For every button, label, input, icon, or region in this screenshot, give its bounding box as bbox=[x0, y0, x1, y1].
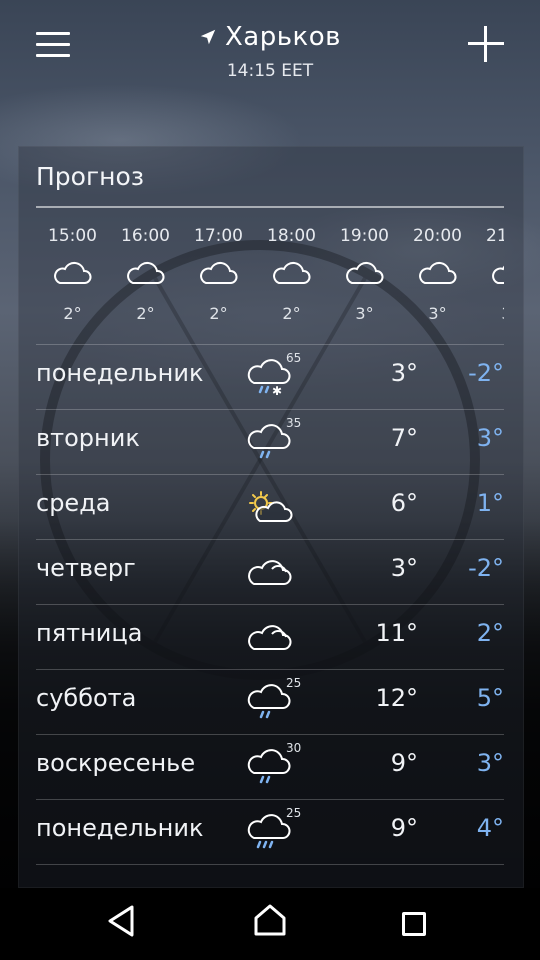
hour-time: 15:00 bbox=[48, 226, 97, 246]
high-temp: 3° bbox=[390, 554, 418, 582]
high-temp: 6° bbox=[390, 489, 418, 517]
day-name: понедельник bbox=[36, 359, 204, 387]
day-name: четверг bbox=[36, 554, 136, 582]
svg-text:✱: ✱ bbox=[272, 384, 282, 397]
home-icon[interactable] bbox=[252, 902, 288, 938]
hour-time: 17:00 bbox=[194, 226, 243, 246]
low-temp: 2° bbox=[476, 619, 504, 647]
daily-row[interactable]: понедельник ✱ 65 3° -2° bbox=[36, 344, 504, 409]
system-navigation-bar bbox=[0, 888, 540, 960]
low-temp: 3° bbox=[476, 749, 504, 777]
daily-row-divider bbox=[36, 864, 504, 885]
high-temp: 9° bbox=[390, 749, 418, 777]
cloudy-icon bbox=[248, 560, 292, 585]
precip-probability: 30 bbox=[286, 741, 302, 755]
low-temp: 3° bbox=[476, 424, 504, 452]
local-time: 14:15 EET bbox=[226, 61, 314, 81]
hour-time: 20:00 bbox=[413, 226, 462, 246]
cloud-icon bbox=[127, 261, 165, 284]
day-name: воскресенье bbox=[36, 749, 196, 777]
forecast-title: Прогноз bbox=[36, 162, 145, 191]
hour-time: 19:00 bbox=[340, 226, 389, 246]
high-temp: 7° bbox=[390, 424, 418, 452]
hour-temp: 3° bbox=[355, 304, 374, 323]
precip-probability: 65 bbox=[286, 351, 302, 365]
cloud-icon bbox=[54, 261, 92, 284]
low-temp: 5° bbox=[476, 684, 504, 712]
top-bar: Харьков 14:15 EET bbox=[0, 0, 540, 100]
hourly-forecast[interactable]: 15:00 2° 16:00 2° 17:00 2° 18:00 2° 19:0… bbox=[36, 216, 504, 346]
precip-probability: 25 bbox=[286, 676, 302, 690]
daily-row[interactable]: суббота 25 12° 5° bbox=[36, 669, 504, 734]
hour-time: 21:00 bbox=[486, 226, 504, 246]
daily-row[interactable]: пятница 11° 2° bbox=[36, 604, 504, 669]
high-temp: 12° bbox=[375, 684, 418, 712]
title-divider bbox=[36, 206, 504, 208]
low-temp: -2° bbox=[468, 554, 504, 582]
low-temp: 1° bbox=[476, 489, 504, 517]
low-temp: -2° bbox=[468, 359, 504, 387]
recent-apps-icon[interactable] bbox=[402, 912, 426, 936]
partly-sunny-icon bbox=[249, 491, 293, 522]
cloud-icon bbox=[492, 265, 504, 284]
hour-temp: 2° bbox=[63, 304, 82, 323]
cloudy-icon bbox=[248, 625, 292, 650]
plus-icon[interactable] bbox=[468, 26, 504, 62]
day-name: суббота bbox=[36, 684, 137, 712]
day-name: среда bbox=[36, 489, 111, 517]
cloud-icon bbox=[419, 261, 457, 284]
cloud-icon bbox=[200, 261, 238, 284]
daily-row[interactable]: воскресенье 30 9° 3° bbox=[36, 734, 504, 799]
hour-temp: 3° bbox=[474, 304, 504, 323]
hour-time: 18:00 bbox=[267, 226, 316, 246]
high-temp: 3° bbox=[390, 359, 418, 387]
hour-temp: 3° bbox=[428, 304, 447, 323]
daily-row[interactable]: понедельник 25 9° 4° bbox=[36, 799, 504, 864]
hour-temp: 2° bbox=[282, 304, 301, 323]
hour-temp: 2° bbox=[209, 304, 228, 323]
daily-row[interactable]: четверг 3° -2° bbox=[36, 539, 504, 604]
high-temp: 9° bbox=[390, 814, 418, 842]
location-header[interactable]: Харьков bbox=[0, 22, 540, 52]
day-name: понедельник bbox=[36, 814, 204, 842]
daily-row[interactable]: среда 6° 1° bbox=[36, 474, 504, 539]
precip-probability: 35 bbox=[286, 416, 302, 430]
city-name-row[interactable]: Харьков bbox=[199, 22, 341, 52]
forecast-card: Прогноз 15:00 2° 16:00 2° 17:00 2° 18:00… bbox=[18, 146, 524, 888]
hour-temp: 2° bbox=[136, 304, 155, 323]
high-temp: 11° bbox=[375, 619, 418, 647]
cloud-icon bbox=[273, 261, 311, 284]
hour-time: 16:00 bbox=[121, 226, 170, 246]
precip-probability: 25 bbox=[286, 806, 302, 820]
cloud-icon bbox=[346, 261, 384, 284]
location-arrow-icon bbox=[200, 29, 216, 45]
day-name: вторник bbox=[36, 424, 140, 452]
low-temp: 4° bbox=[476, 814, 504, 842]
day-name: пятница bbox=[36, 619, 143, 647]
back-icon[interactable] bbox=[106, 904, 136, 938]
daily-row[interactable]: вторник 35 7° 3° bbox=[36, 409, 504, 474]
city-name: Харьков bbox=[224, 22, 341, 52]
